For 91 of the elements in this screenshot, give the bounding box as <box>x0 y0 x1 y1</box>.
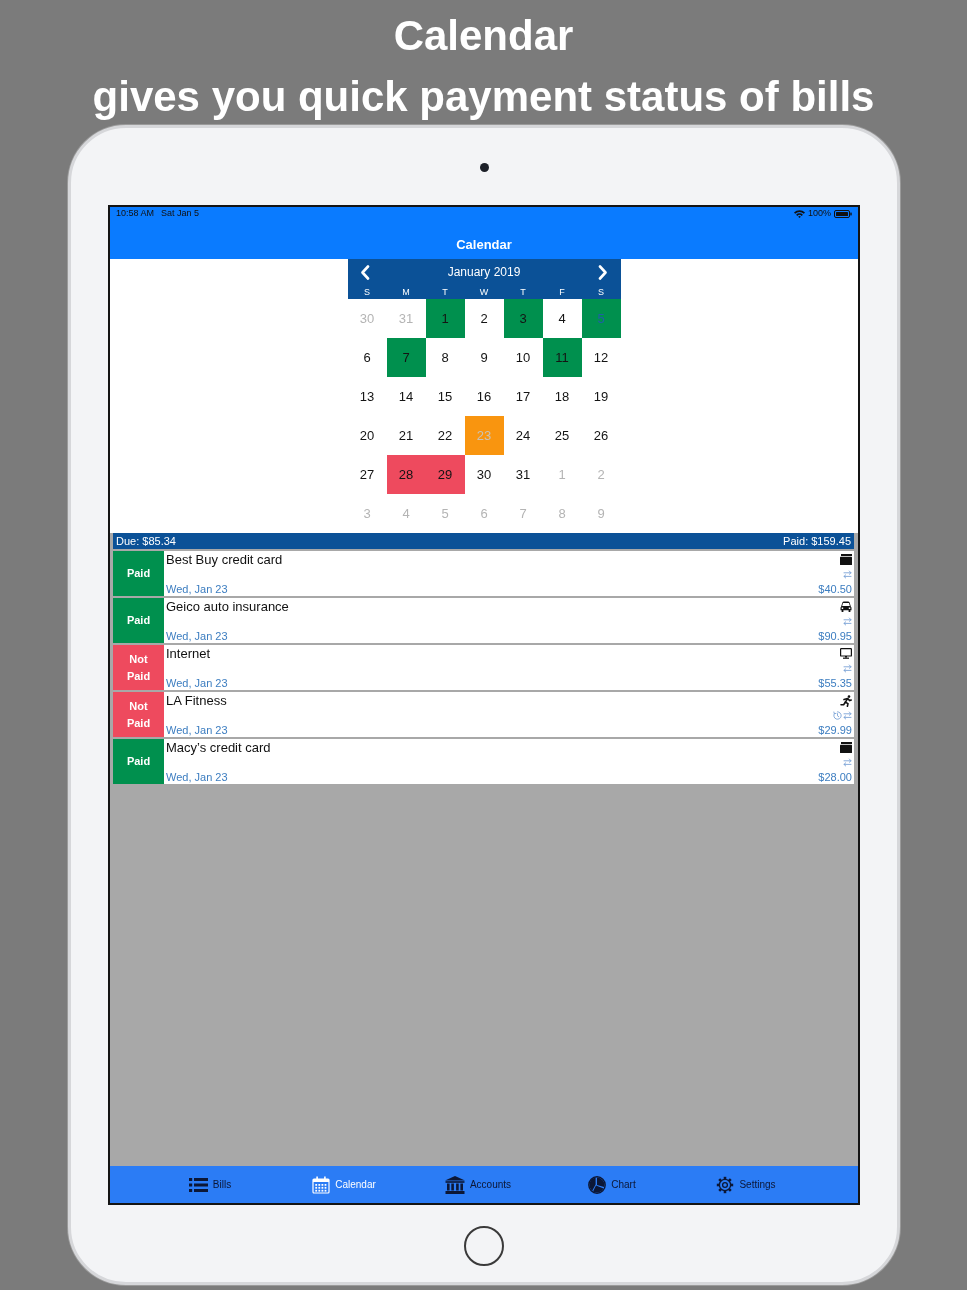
due-date: Wed, Jan 23 <box>166 630 228 643</box>
tab-item[interactable]: Accounts <box>411 1169 545 1200</box>
calendar-day[interactable]: 13 <box>347 377 387 416</box>
calendar-day[interactable]: 2 <box>464 299 504 338</box>
status-badge[interactable]: Not Paid <box>113 692 164 737</box>
calendar-day[interactable]: 15 <box>425 377 465 416</box>
calendar-day[interactable]: 18 <box>542 377 582 416</box>
status-badge[interactable]: Paid <box>113 598 164 643</box>
wifi-icon <box>793 209 805 218</box>
calendar-day[interactable]: 21 <box>386 416 426 455</box>
bill-amount: $90.95 <box>818 630 852 643</box>
weekday-label: T <box>442 287 448 297</box>
tab-item[interactable]: Settings <box>679 1169 813 1200</box>
calendar-day[interactable]: 22 <box>425 416 465 455</box>
bill-row[interactable]: Paid Best Buy credit card Wed, Jan 23 $40.50 <box>113 551 854 596</box>
tab-item[interactable]: Calendar <box>277 1169 411 1200</box>
calendar-day[interactable]: 8 <box>425 338 465 377</box>
tab-item[interactable]: Bills <box>143 1169 277 1200</box>
pie-chart-icon <box>588 1175 607 1194</box>
calendar-day[interactable]: 1 <box>425 299 465 338</box>
calendar-day[interactable]: 19 <box>581 377 621 416</box>
calendar-day[interactable]: 16 <box>464 377 504 416</box>
list-icon <box>188 1177 208 1192</box>
weekday-label: T <box>520 287 526 297</box>
due-date: Wed, Jan 23 <box>166 724 228 737</box>
status-badge[interactable]: Not Paid <box>113 645 164 690</box>
month-title: January 2019 <box>447 265 521 279</box>
calendar-day[interactable]: 9 <box>464 338 504 377</box>
calendar-day[interactable]: 6 <box>347 338 387 377</box>
due-total: Due: $85.34 <box>116 534 176 548</box>
status-time: 10:58 AM <box>116 208 155 219</box>
bill-amount: $40.50 <box>818 583 852 596</box>
status-badge[interactable]: Paid <box>113 551 164 596</box>
settings-icon <box>716 1175 735 1194</box>
calendar-day[interactable]: 30 <box>464 455 504 494</box>
calendar-day[interactable]: 12 <box>581 338 621 377</box>
home-button[interactable] <box>464 1226 504 1266</box>
credit-cards-icon <box>840 742 852 753</box>
bill-name: LA Fitness <box>166 693 227 709</box>
weekday-label: W <box>479 287 489 297</box>
battery-icon <box>834 209 852 218</box>
calendar-day[interactable]: 26 <box>581 416 621 455</box>
calendar-icon <box>312 1175 331 1194</box>
calendar-day[interactable]: 31 <box>503 455 543 494</box>
caption-title: Calendar <box>393 11 574 61</box>
monitor-icon <box>840 648 852 659</box>
bill-row[interactable]: Paid Macy’s credit card Wed, Jan 23 $28.00 <box>113 739 854 784</box>
camera-icon <box>479 163 489 172</box>
bill-name: Best Buy credit card <box>166 552 283 568</box>
credit-cards-icon <box>840 554 852 565</box>
calendar-day[interactable]: 24 <box>503 416 543 455</box>
calendar-day[interactable]: 17 <box>503 377 543 416</box>
weekday-label: S <box>598 287 604 297</box>
paid-total: Paid: $159.45 <box>783 534 851 548</box>
calendar-day[interactable]: 7 <box>386 338 426 377</box>
battery-percent: 100% <box>807 208 831 219</box>
bill-row[interactable]: Paid Geico auto insurance Wed, Jan 23 $90.95 <box>113 598 854 643</box>
bill-row[interactable]: Not Paid Internet Wed, Jan 23 $55.35 <box>113 645 854 690</box>
status-date: Sat Jan 5 <box>161 208 200 219</box>
calendar-day[interactable]: 4 <box>542 299 582 338</box>
bill-name: Internet <box>166 646 211 662</box>
caption-subtitle: gives you quick payment status of bills <box>92 72 875 122</box>
due-date: Wed, Jan 23 <box>166 677 228 690</box>
calendar-day[interactable]: 25 <box>542 416 582 455</box>
calendar-day[interactable]: 14 <box>386 377 426 416</box>
screen-title: Calendar <box>456 237 512 253</box>
status-badge[interactable]: Paid <box>113 739 164 784</box>
runner-icon <box>840 695 852 707</box>
bill-row[interactable]: Not Paid LA Fitness Wed, Jan 23 $29.99 <box>113 692 854 737</box>
due-date: Wed, Jan 23 <box>166 583 228 596</box>
calendar-day[interactable]: 3 <box>503 299 543 338</box>
weekday-label: F <box>559 287 565 297</box>
calendar-day[interactable]: 27 <box>347 455 387 494</box>
bill-name: Geico auto insurance <box>166 599 289 615</box>
calendar-day[interactable]: 11 <box>542 338 582 377</box>
weekday-label: S <box>364 287 370 297</box>
due-date: Wed, Jan 23 <box>166 771 228 784</box>
bill-amount: $29.99 <box>818 724 852 737</box>
chevron-right-icon <box>598 264 609 280</box>
bill-amount: $55.35 <box>818 677 852 690</box>
bank-building-icon <box>444 1175 465 1194</box>
calendar-day[interactable]: 29 <box>425 455 465 494</box>
tab-item[interactable]: Chart <box>545 1169 679 1200</box>
calendar-day[interactable]: 20 <box>347 416 387 455</box>
weekday-label: M <box>402 287 410 297</box>
bill-amount: $28.00 <box>818 771 852 784</box>
calendar-day[interactable]: 28 <box>386 455 426 494</box>
chevron-left-icon <box>359 264 370 280</box>
car-icon <box>840 601 852 612</box>
calendar-day[interactable]: 10 <box>503 338 543 377</box>
bill-name: Macy’s credit card <box>166 740 271 756</box>
